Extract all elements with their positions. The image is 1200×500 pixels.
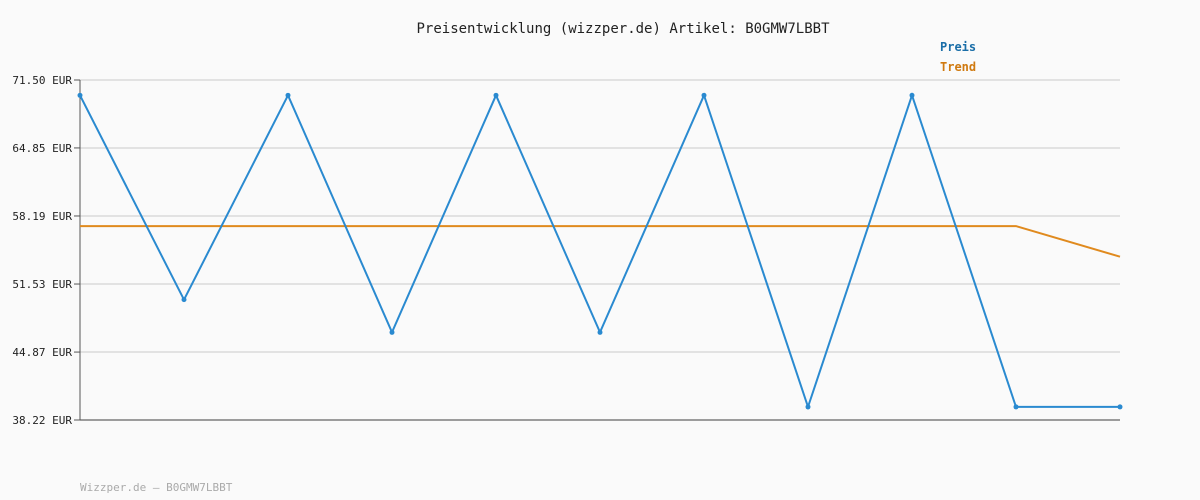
y-tick-label: 58.19 EUR — [12, 210, 72, 223]
data-point-preis — [1117, 404, 1123, 410]
price-chart-svg: Preisentwicklung (wizzper.de) Artikel: B… — [12, 21, 1123, 494]
data-point-preis — [805, 404, 811, 410]
legend-item-preis: Preis — [940, 40, 976, 54]
data-point-preis — [597, 329, 603, 335]
data-point-preis — [285, 92, 291, 98]
data-point-preis — [701, 92, 707, 98]
data-point-preis — [493, 92, 499, 98]
legend-item-trend: Trend — [940, 60, 976, 74]
y-tick-label: 44.87 EUR — [12, 346, 72, 359]
y-tick-label: 51.53 EUR — [12, 278, 72, 291]
legend: Preis Trend — [940, 40, 976, 74]
y-tick-label: 38.22 EUR — [12, 414, 72, 427]
data-point-preis — [1013, 404, 1019, 410]
price-chart: Preisentwicklung (wizzper.de) Artikel: B… — [0, 0, 1200, 500]
data-point-preis — [77, 92, 83, 98]
series-line-preis — [79, 92, 1120, 411]
data-point-preis — [389, 329, 395, 335]
data-point-preis — [181, 297, 187, 303]
y-tick-label: 71.50 EUR — [12, 74, 72, 87]
y-tick-label: 64.85 EUR — [12, 142, 72, 155]
data-point-preis — [909, 92, 915, 98]
chart-footer: Wizzper.de – B0GMW7LBBT — [80, 481, 233, 494]
y-axis-ticks: 71.50 EUR 64.85 EUR 58.19 EUR 51.53 EUR 44.8… — [12, 74, 80, 427]
series-group — [77, 92, 1123, 411]
chart-title: Preisentwicklung (wizzper.de) Artikel: B… — [416, 21, 830, 37]
